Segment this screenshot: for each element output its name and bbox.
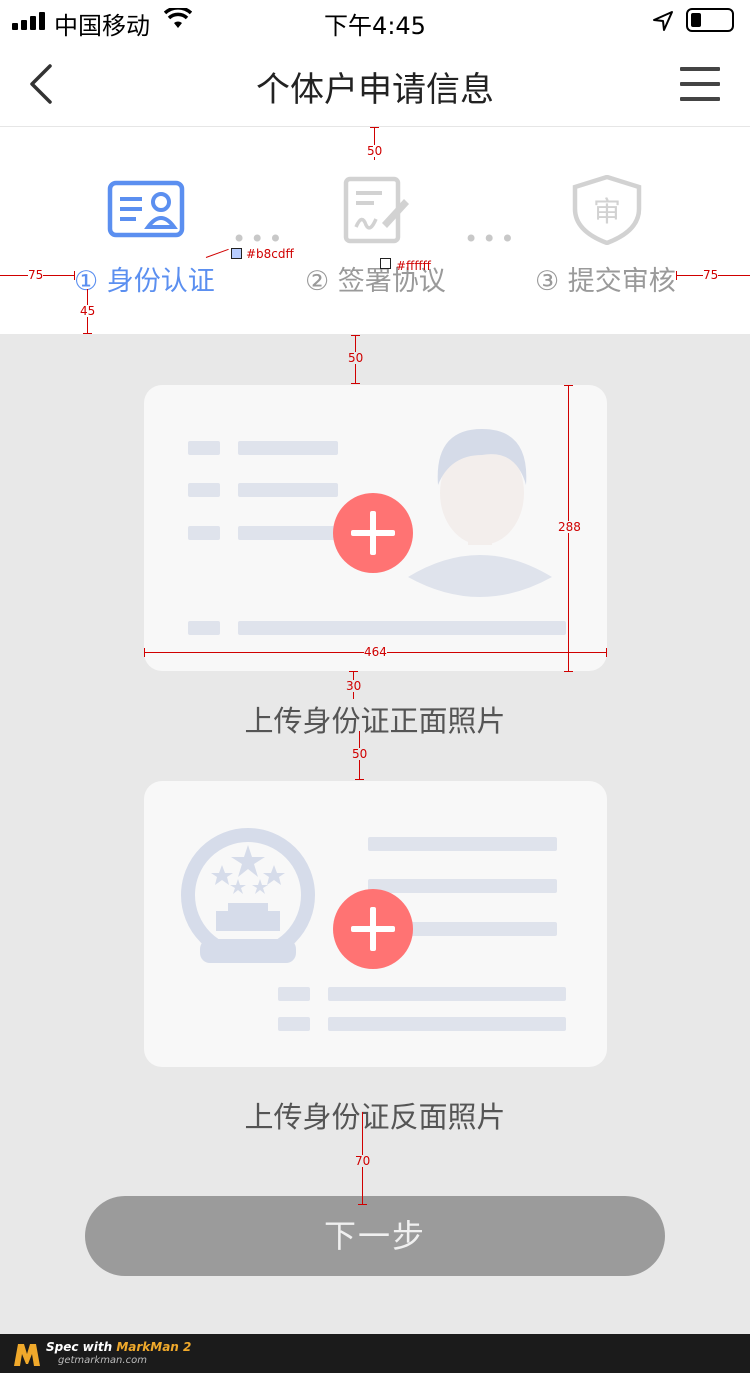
annotation-spacing: 30 <box>346 679 362 693</box>
next-step-button[interactable]: 下一步 <box>85 1196 665 1276</box>
shield-review-icon: 审 <box>572 175 642 245</box>
add-back-photo-button[interactable] <box>333 889 413 969</box>
step-progress: ••• ••• 审 ① 身份认证 ② 签署协议 ③ 提交审核 <box>0 127 750 334</box>
svg-text:审: 审 <box>593 195 621 228</box>
annotation-spacing: 50 <box>352 747 368 761</box>
battery-icon <box>686 8 734 32</box>
id-back-upload-card[interactable] <box>144 781 607 1067</box>
annotation-spacing: 50 <box>367 144 383 158</box>
add-front-photo-button[interactable] <box>333 493 413 573</box>
sign-document-icon <box>343 176 409 244</box>
annotation-color: #b8cdff <box>246 247 294 261</box>
annotation-color: #ffffff <box>396 259 431 273</box>
menu-icon[interactable] <box>680 64 720 104</box>
footer-spec-text: Spec with MarkMan 2 <box>46 1340 192 1354</box>
page-title: 个体户申请信息 <box>256 70 494 110</box>
annotation-spacing: 70 <box>355 1154 371 1168</box>
front-photo-caption: 上传身份证正面照片 <box>244 704 506 738</box>
id-front-upload-card[interactable] <box>144 385 607 671</box>
step-label-identity[interactable]: ① 身份认证 <box>74 259 215 298</box>
annotation-size: 464 <box>364 645 387 659</box>
markman-logo-icon <box>14 1344 40 1366</box>
annotation-size: 288 <box>558 520 581 534</box>
annotation-spacing: 45 <box>80 304 96 318</box>
location-arrow-icon <box>653 11 673 31</box>
back-photo-caption: 上传身份证反面照片 <box>244 1100 506 1134</box>
nav-bar: 个体户申请信息 <box>0 40 750 127</box>
step-label-submit[interactable]: ③ 提交审核 <box>535 259 676 298</box>
footer-url: getmarkman.com <box>58 1355 147 1366</box>
annotation-spacing: 75 <box>703 268 719 282</box>
step-connector-dots: ••• <box>464 225 519 253</box>
annotation-spacing: 75 <box>28 268 44 282</box>
id-card-icon <box>107 180 185 238</box>
status-bar: 中国移动 下午4:45 <box>0 0 750 40</box>
markman-footer: Spec with MarkMan 2 getmarkman.com <box>0 1334 750 1373</box>
clock-label: 下午4:45 <box>324 12 426 40</box>
annotation-spacing: 50 <box>348 351 364 365</box>
